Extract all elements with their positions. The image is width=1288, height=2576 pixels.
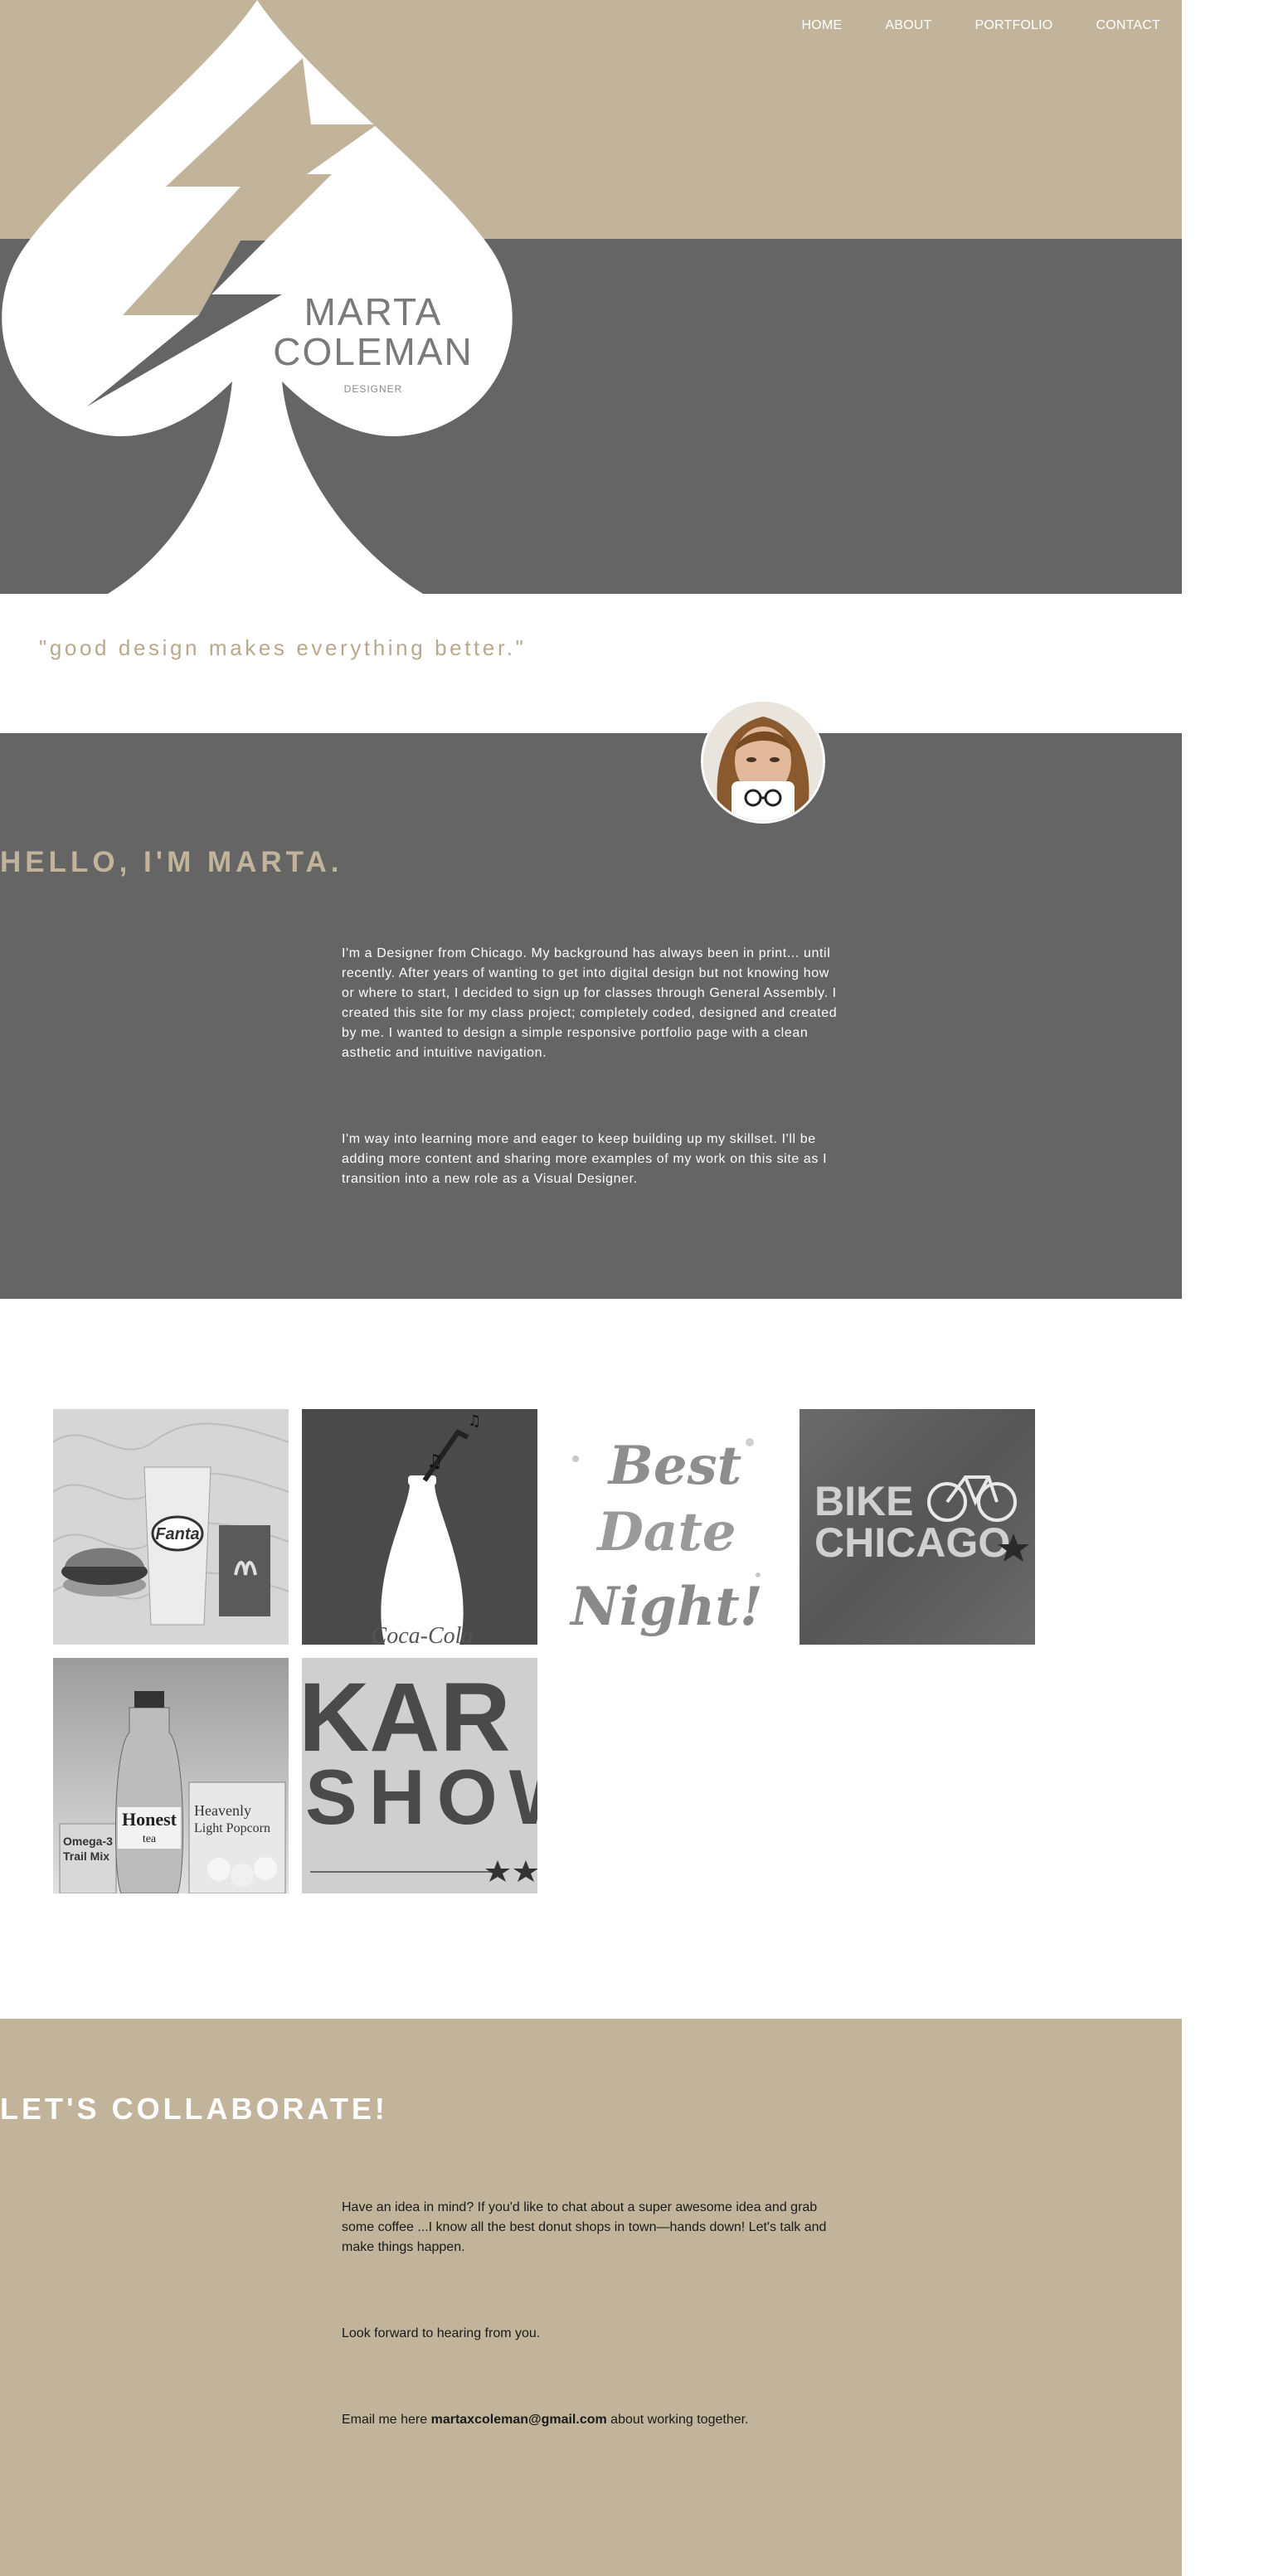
contact-paragraph-2: Look forward to hearing from you. bbox=[342, 2326, 541, 2340]
logo-role: DESIGNER bbox=[343, 383, 403, 395]
night-text: Night! bbox=[569, 1576, 763, 1638]
portfolio-tile-karaoke[interactable]: KAR SHOW bbox=[302, 1658, 537, 1893]
logo-first-name: MARTA bbox=[304, 290, 443, 333]
svg-text:♫: ♫ bbox=[426, 1451, 443, 1472]
portfolio-tile-datenight[interactable]: Best Date Night! bbox=[551, 1409, 786, 1645]
email-suffix: about working together. bbox=[606, 2413, 749, 2427]
show-text: SHOW bbox=[305, 1753, 537, 1840]
contact-paragraph-1: Have an idea in mind? If you'd like to c… bbox=[342, 2200, 827, 2254]
chicago-text: CHICAGO bbox=[814, 1519, 1010, 1566]
about-paragraph-2: I'm way into learning more and eager to … bbox=[342, 1132, 828, 1186]
best-date-night-image: Best Date Night! bbox=[551, 1409, 786, 1645]
fanta-text: Fanta bbox=[155, 1525, 199, 1543]
nav-home-link[interactable]: HOME bbox=[780, 18, 864, 33]
nav-about-link[interactable]: ABOUT bbox=[863, 18, 953, 33]
nav-contact-link[interactable]: CONTACT bbox=[1074, 18, 1182, 33]
avatar bbox=[701, 699, 825, 824]
portfolio-tile-cocacola[interactable]: Coca-Cola ♫ ♫ bbox=[302, 1409, 537, 1645]
about-heading: HELLO, I'M MARTA. bbox=[0, 846, 343, 878]
main-nav: HOME ABOUT PORTFOLIO CONTACT bbox=[780, 18, 1182, 33]
tagline-quote: "good design makes everything better." bbox=[39, 635, 527, 660]
contact-email-line: Email me here martaxcoleman@gmail.com ab… bbox=[342, 2410, 839, 2430]
tea-text: tea bbox=[143, 1833, 157, 1845]
coca-cola-bottle-image: Coca-Cola ♫ ♫ bbox=[302, 1409, 537, 1645]
bike-chicago-image: BIKE CHICAGO bbox=[800, 1409, 1035, 1645]
logo-last-name: COLEMAN bbox=[273, 330, 474, 373]
coca-cola-text: Coca-Cola bbox=[372, 1623, 474, 1645]
email-prefix: Email me here bbox=[342, 2413, 431, 2427]
portfolio-tile-bikechicago[interactable]: BIKE CHICAGO bbox=[800, 1409, 1035, 1645]
page: HOME ABOUT PORTFOLIO CONTACT MARTA COLEM… bbox=[0, 0, 1182, 2576]
portfolio-tile-snacks[interactable]: Omega-3 Trail Mix Honest tea Heavenly Li… bbox=[53, 1658, 289, 1893]
bike-text: BIKE bbox=[814, 1478, 913, 1524]
trail-mix-text: Trail Mix bbox=[63, 1849, 109, 1863]
snacks-image: Omega-3 Trail Mix Honest tea Heavenly Li… bbox=[53, 1658, 289, 1893]
email-link[interactable]: martaxcoleman@gmail.com bbox=[431, 2413, 607, 2427]
popcorn-text: Light Popcorn bbox=[194, 1821, 270, 1835]
heavenly-text: Heavenly bbox=[194, 1802, 251, 1819]
logo-name: MARTA COLEMAN bbox=[265, 292, 481, 372]
svg-text:♫: ♫ bbox=[468, 1412, 481, 1430]
fast-food-image: Fanta bbox=[53, 1409, 289, 1645]
nav-portfolio-link[interactable]: PORTFOLIO bbox=[953, 18, 1074, 33]
karaoke-show-image: KAR SHOW bbox=[302, 1658, 537, 1893]
best-text: Best bbox=[607, 1435, 741, 1497]
portfolio-tile-fastfood[interactable]: Fanta bbox=[53, 1409, 289, 1645]
about-paragraph-1: I'm a Designer from Chicago. My backgrou… bbox=[342, 946, 838, 1060]
honest-text: Honest bbox=[122, 1809, 177, 1830]
date-text: Date bbox=[595, 1501, 736, 1563]
avatar-portrait-image bbox=[703, 702, 823, 821]
omega-text: Omega-3 bbox=[63, 1835, 113, 1848]
contact-heading: LET'S COLLABORATE! bbox=[0, 2092, 388, 2126]
